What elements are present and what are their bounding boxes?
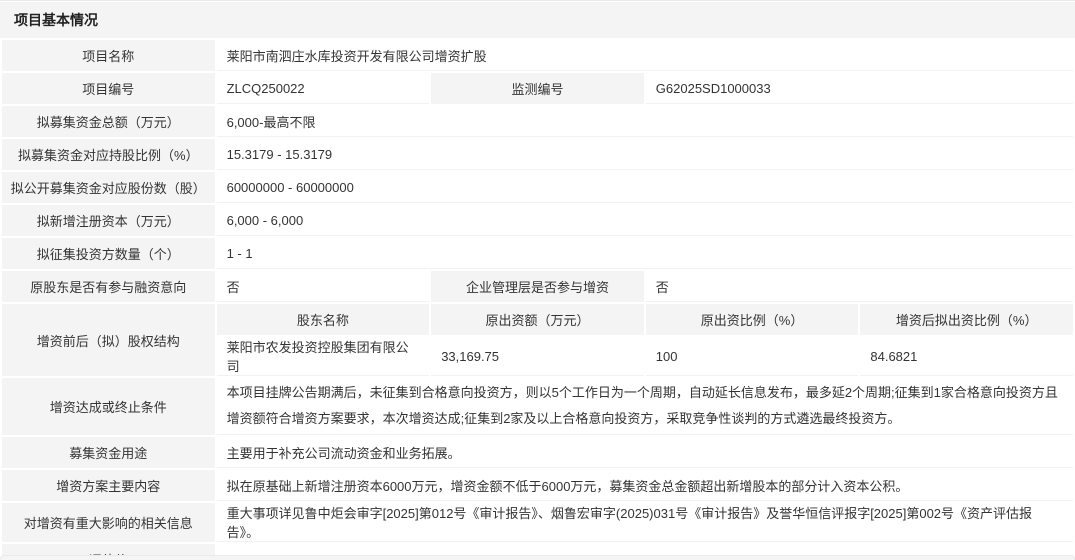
field-label-conditions: 增资达成或终止条件	[2, 378, 215, 435]
table-row: 拟征集投资方数量（个） 1 - 1	[2, 238, 1073, 269]
field-value-project-code: ZLCQ250022	[217, 73, 430, 104]
field-value-project-name: 莱阳市南泗庄水库投资开发有限公司增资扩股	[217, 40, 1073, 71]
equity-col-original-amount: 原出资额（万元）	[431, 304, 644, 335]
field-value-new-capital: 6,000 - 6,000	[217, 205, 1073, 236]
field-label-monitor-code: 监测编号	[431, 73, 644, 104]
equity-structure-header-row: 增资前后（拟）股权结构 股东名称 原出资额（万元） 原出资比例（%） 增资后拟出…	[2, 304, 1073, 335]
field-value-orig-shareholder-intent: 否	[217, 271, 430, 302]
table-row: 增资方案主要内容 拟在原基础上新增注册资本6000万元，增资金额不低于6000万…	[2, 470, 1073, 501]
field-label-plan-content: 增资方案主要内容	[2, 470, 215, 501]
field-value-fund-total: 6,000-最高不限	[217, 106, 1073, 137]
field-label-fund-usage: 募集资金用途	[2, 437, 215, 468]
equity-col-post-ratio: 增资后拟出资比例（%）	[860, 304, 1073, 335]
table-row: 原股东是否有参与融资意向 否 企业管理层是否参与增资 否	[2, 271, 1073, 302]
table-row: 拟公开募集资金对应股份数（股） 60000000 - 60000000	[2, 172, 1073, 203]
field-value-monitor-code: G62025SD1000033	[646, 73, 1073, 104]
field-label-project-name: 项目名称	[2, 40, 215, 71]
table-row: 增资达成或终止条件 本项目挂牌公告期满后，未征集到合格意向投资方，则以5个工作日…	[2, 378, 1073, 435]
field-value-mgmt-participation: 否	[646, 271, 1073, 302]
equity-shareholder-name: 莱阳市农发投资控股集团有限公司	[217, 337, 430, 376]
section-title: 项目基本情况	[0, 2, 1075, 38]
field-label-project-code: 项目编号	[2, 73, 215, 104]
equity-col-shareholder-name: 股东名称	[217, 304, 430, 335]
field-label-major-info: 对增资有重大影响的相关信息	[2, 503, 215, 542]
field-value-share-count: 60000000 - 60000000	[217, 172, 1073, 203]
field-value-investor-count: 1 - 1	[217, 238, 1073, 269]
field-label-investor-count: 拟征集投资方数量（个）	[2, 238, 215, 269]
table-row: 募集资金用途 主要用于补充公司流动资金和业务拓展。	[2, 437, 1073, 468]
field-label-orig-shareholder-intent: 原股东是否有参与融资意向	[2, 271, 215, 302]
equity-original-ratio: 100	[646, 337, 859, 376]
field-value-fund-usage: 主要用于补充公司流动资金和业务拓展。	[217, 437, 1073, 468]
field-label-holding-ratio: 拟募集资金对应持股比例（%）	[2, 139, 215, 170]
table-row: 拟新增注册资本（万元） 6,000 - 6,000	[2, 205, 1073, 236]
equity-original-amount: 33,169.75	[431, 337, 644, 376]
table-row: 对增资有重大影响的相关信息 重大事项详见鲁中炬会审字[2025]第012号《审计…	[2, 503, 1073, 542]
field-label-equity-structure: 增资前后（拟）股权结构	[2, 304, 215, 376]
field-label-share-count: 拟公开募集资金对应股份数（股）	[2, 172, 215, 203]
table-row: 项目编号 ZLCQ250022 监测编号 G62025SD1000033	[2, 73, 1073, 104]
table-row: 拟募集资金总额（万元） 6,000-最高不限	[2, 106, 1073, 137]
project-info-table: 项目名称 莱阳市南泗庄水库投资开发有限公司增资扩股 项目编号 ZLCQ25002…	[0, 38, 1075, 560]
field-value-holding-ratio: 15.3179 - 15.3179	[217, 139, 1073, 170]
field-label-fund-total: 拟募集资金总额（万元）	[2, 106, 215, 137]
table-row: 项目名称 莱阳市南泗庄水库投资开发有限公司增资扩股	[2, 40, 1073, 71]
field-label-new-capital: 拟新增注册资本（万元）	[2, 205, 215, 236]
field-label-mgmt-participation: 企业管理层是否参与增资	[431, 271, 644, 302]
next-section-top-edge	[0, 555, 1075, 560]
field-value-conditions: 本项目挂牌公告期满后，未征集到合格意向投资方，则以5个工作日为一个周期，自动延长…	[217, 378, 1073, 435]
table-row: 拟募集资金对应持股比例（%） 15.3179 - 15.3179	[2, 139, 1073, 170]
field-value-major-info: 重大事项详见鲁中炬会审字[2025]第012号《审计报告》、烟鲁宏审字(2025…	[217, 503, 1073, 542]
project-info-page: 项目基本情况 项目名称 莱阳市南泗庄水库投资开发有限公司增资扩股 项目编号 ZL…	[0, 0, 1075, 560]
equity-col-original-ratio: 原出资比例（%）	[646, 304, 859, 335]
equity-post-ratio: 84.6821	[860, 337, 1073, 376]
field-value-plan-content: 拟在原基础上新增注册资本6000万元，增资金额不低于6000万元，募集资金总金额…	[217, 470, 1073, 501]
